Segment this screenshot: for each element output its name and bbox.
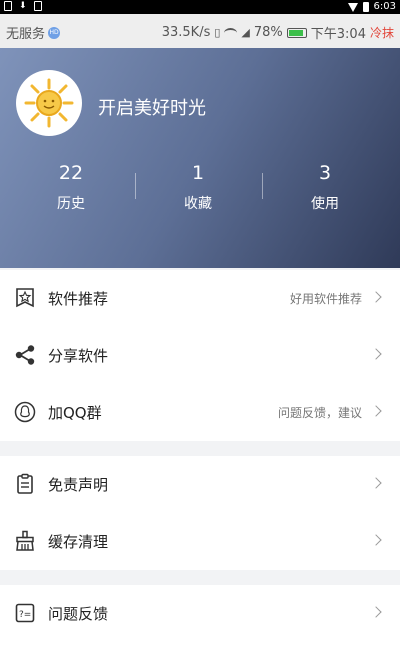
feedback-icon: ?= [15,603,35,623]
menu-label: 缓存清理 [48,533,109,551]
signal-icon [347,2,358,12]
system-status-bar: ⬇ 6:03 [0,0,400,14]
qq-icon [14,401,36,423]
overlay-badge: 冷抹 [369,26,394,40]
system-time: 6:03 [373,1,396,12]
menu-group-general: 软件推荐 好用软件推荐 分享软件 加QQ群 问题反馈，建议 [0,270,400,441]
notification-icon [33,1,42,11]
chevron-right-icon [370,348,382,360]
menu-group-settings: 免责声明 缓存清理 [0,456,400,570]
menu-label: 分享软件 [48,347,109,365]
stat-history[interactable]: 22 历史 [16,161,126,213]
clock-text: 下午3:04 [310,27,366,42]
battery-icon [362,2,369,12]
stat-divider [262,173,263,199]
network-speed: 33.5K/s [161,25,211,40]
battery-percent: 78% [253,25,283,40]
wifi-icon [224,27,238,38]
chevron-right-icon [370,534,382,546]
menu-hint: 问题反馈，建议 [277,406,362,420]
menu-item-share[interactable]: 分享软件 [0,327,400,384]
chevron-right-icon [370,405,382,417]
stat-favorites[interactable]: 1 收藏 [143,161,253,213]
mobile-signal-icon: ◢ [241,26,250,39]
menu-item-feedback[interactable]: ?= 问题反馈 [0,585,400,642]
vibrate-icon: ▯ [214,26,221,39]
menu-group-feedback: ?= 问题反馈 [0,585,400,660]
hd-icon: HD [48,26,61,39]
menu-item-disclaimer[interactable]: 免责声明 [0,456,400,513]
menu-item-qq-group[interactable]: 加QQ群 问题反馈，建议 [0,384,400,441]
menu-label: 免责声明 [48,476,109,494]
download-icon: ⬇ [19,1,27,11]
share-icon [15,345,35,365]
stat-usage[interactable]: 3 使用 [270,161,380,213]
chevron-right-icon [370,291,382,303]
info-status-bar: 无服务 HD 33.5K/s ▯ ◢ 78% 下午3:04 冷抹 [0,14,400,48]
operator-text: 无服务 [6,27,46,42]
clipboard-icon [17,473,33,494]
svg-text:?=: ?= [19,610,31,620]
notification-icon [4,1,12,11]
sun-icon [24,78,74,128]
menu-item-cache-clear[interactable]: 缓存清理 [0,513,400,570]
menu-label: 问题反馈 [48,605,109,623]
menu-label: 加QQ群 [48,404,102,422]
stat-label: 收藏 [184,196,212,212]
chevron-right-icon [370,477,382,489]
stat-label: 历史 [57,196,85,212]
stat-label: 使用 [311,196,339,212]
stat-value: 1 [191,162,205,184]
stat-value: 22 [58,162,84,184]
user-name[interactable]: 开启美好时光 [98,94,206,120]
stat-divider [135,173,136,199]
star-badge-icon [16,288,34,308]
avatar[interactable] [16,70,82,136]
stat-value: 3 [318,162,332,184]
menu-item-software-recommend[interactable]: 软件推荐 好用软件推荐 [0,270,400,327]
broom-icon [16,530,34,551]
profile-header: 开启美好时光 22 历史 1 收藏 3 使用 [0,48,400,268]
chevron-right-icon [370,606,382,618]
battery-level-icon [286,27,307,38]
menu-hint: 好用软件推荐 [289,292,362,306]
menu-label: 软件推荐 [48,290,109,308]
